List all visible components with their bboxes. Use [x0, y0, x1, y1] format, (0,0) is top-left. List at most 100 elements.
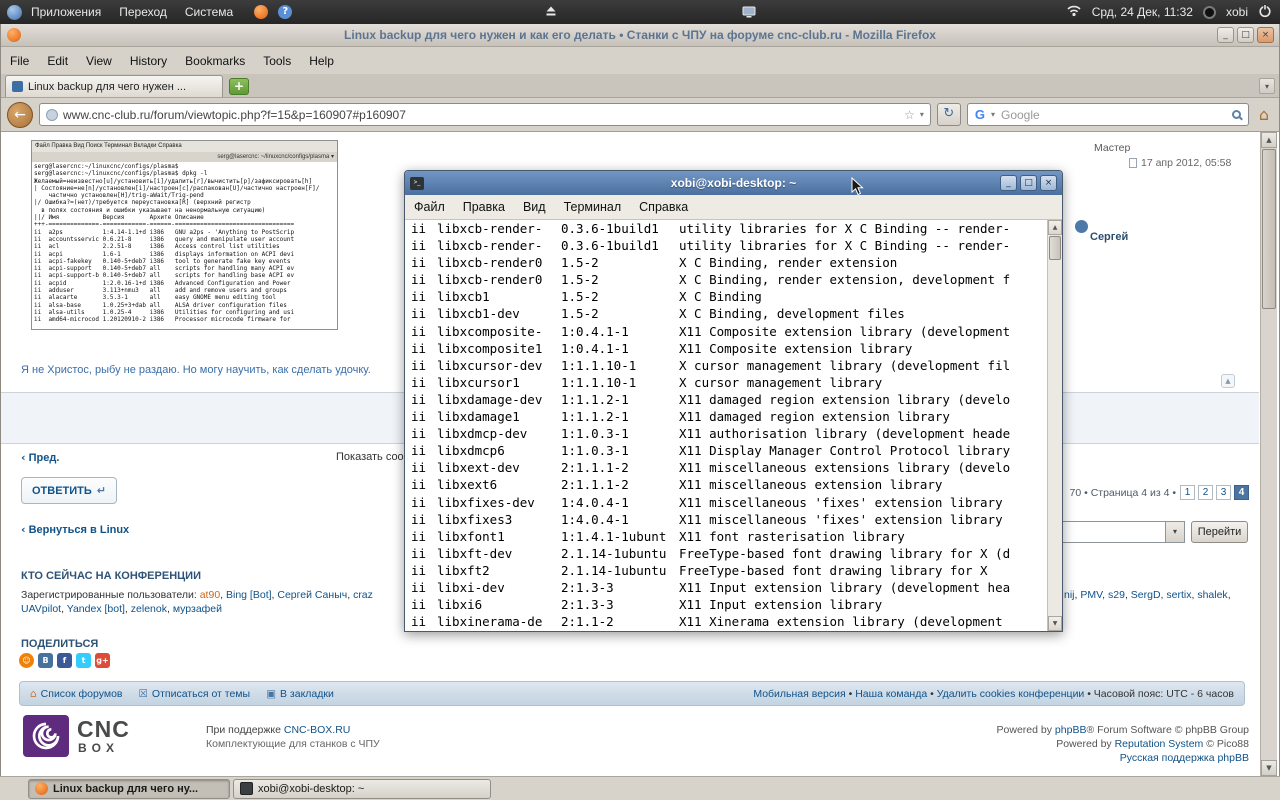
post-attached-screenshot[interactable]: Файл Правка Вид Поиск Терминал Вкладки С… — [31, 140, 338, 330]
new-tab-button[interactable]: + — [229, 78, 249, 95]
reload-button[interactable]: ↻ — [936, 103, 961, 126]
terminal-menu-item[interactable]: Справка — [630, 200, 697, 214]
link[interactable]: craz — [353, 589, 373, 601]
link[interactable]: sertix — [1166, 589, 1191, 601]
firefox-menu-item[interactable]: Help — [300, 54, 343, 68]
footer-link[interactable]: ⌂ Список форумов — [30, 688, 123, 700]
google-logo-icon[interactable]: G — [975, 107, 985, 122]
firefox-menu-item[interactable]: Edit — [38, 54, 77, 68]
url-dropdown-icon[interactable]: ▾ — [920, 110, 924, 119]
link[interactable]: Удалить cookies конференции — [937, 688, 1085, 700]
link[interactable]: CNC-BOX.RU — [284, 724, 351, 736]
terminal-menu-item[interactable]: Правка — [454, 200, 514, 214]
home-button[interactable]: ⌂ — [1255, 105, 1273, 124]
link[interactable]: Наша команда — [855, 688, 927, 700]
page-scrollbar[interactable]: ▲ ▼ — [1260, 132, 1277, 776]
firefox-menu-item[interactable]: File — [1, 54, 38, 68]
author-name[interactable]: Сергей — [1090, 231, 1128, 243]
firefox-titlebar[interactable]: Linux backup для чего нужен и как его де… — [1, 24, 1279, 47]
link[interactable]: shalek — [1197, 589, 1227, 601]
power-icon[interactable] — [1258, 4, 1272, 21]
share-icon[interactable]: ☺ — [19, 653, 34, 668]
terminal-titlebar[interactable]: >_ xobi@xobi-desktop: ~ _ □ × — [405, 171, 1062, 195]
firefox-menu-item[interactable]: View — [77, 54, 121, 68]
window-control-button[interactable]: _ — [1217, 27, 1234, 43]
cnc-box-logo[interactable] — [23, 715, 69, 757]
panel-menu-item[interactable]: Система — [176, 0, 242, 24]
link[interactable]: SergD — [1131, 589, 1161, 601]
window-control-button[interactable]: × — [1040, 175, 1057, 191]
select-dropdown-icon[interactable]: ▾ — [1165, 522, 1184, 542]
previous-page-link[interactable]: ‹ Пред. — [21, 451, 59, 464]
reply-button[interactable]: ОТВЕТИТЬ ↵ — [21, 477, 117, 504]
taskbar-button-firefox[interactable]: Linux backup для чего ну... — [28, 778, 230, 799]
link[interactable]: мурзафей — [173, 603, 222, 615]
window-control-button[interactable]: × — [1257, 27, 1274, 43]
link[interactable]: Bing [Bot] — [226, 589, 272, 601]
scrollbar-thumb[interactable] — [1262, 149, 1276, 309]
eject-tray-icon[interactable] — [545, 5, 557, 20]
link[interactable]: UAVpilot — [21, 603, 61, 615]
display-tray-icon[interactable] — [742, 6, 756, 21]
url-text[interactable]: www.cnc-club.ru/forum/viewtopic.php?f=15… — [63, 108, 899, 122]
tab-list-dropdown-icon[interactable]: ▾ — [1259, 78, 1275, 94]
search-engine-dropdown-icon[interactable]: ▾ — [991, 110, 995, 119]
scroll-down-icon[interactable]: ▼ — [1048, 616, 1062, 631]
window-control-button[interactable]: □ — [1237, 27, 1254, 43]
page-number-button[interactable]: 3 — [1216, 485, 1231, 500]
return-to-forum-link[interactable]: ‹ Вернуться в Linux — [21, 523, 129, 536]
scrollbar-thumb[interactable] — [1049, 236, 1061, 260]
search-bar[interactable]: G ▾ Google — [966, 103, 1249, 126]
terminal-menu-item[interactable]: Терминал — [555, 200, 631, 214]
back-to-top-icon[interactable]: ▲ — [1221, 374, 1235, 388]
share-icon[interactable]: f — [57, 653, 72, 668]
link[interactable]: zelenok — [131, 603, 167, 615]
firefox-launcher-icon[interactable] — [254, 5, 269, 19]
user-menu[interactable]: xobi — [1226, 5, 1248, 19]
link[interactable]: phpBB — [1055, 724, 1087, 736]
page-number-button[interactable]: 4 — [1234, 485, 1249, 500]
search-text[interactable]: Google — [1001, 108, 1040, 122]
page-number-button[interactable]: 2 — [1198, 485, 1213, 500]
share-icon[interactable]: В — [38, 653, 53, 668]
share-icon[interactable]: g+ — [95, 653, 110, 668]
profile-icon[interactable] — [1075, 220, 1088, 233]
scroll-down-icon[interactable]: ▼ — [1261, 760, 1277, 776]
bookmark-star-icon[interactable]: ☆ — [904, 108, 915, 122]
share-icon[interactable]: t — [76, 653, 91, 668]
search-icon[interactable] — [1231, 110, 1241, 119]
link[interactable]: Мобильная версия — [753, 688, 845, 700]
back-button[interactable]: ← — [7, 101, 33, 128]
link[interactable]: at90 — [200, 589, 220, 601]
panel-menu-item[interactable]: Переход — [110, 0, 176, 24]
scroll-up-icon[interactable]: ▲ — [1048, 220, 1062, 235]
terminal-menu-item[interactable]: Вид — [514, 200, 555, 214]
footer-link[interactable]: ☒ Отписаться от темы — [139, 688, 251, 700]
terminal-output[interactable]: ii libxcb-render- 0.3.6-1build1 utility … — [405, 220, 1062, 631]
firefox-menu-item[interactable]: History — [121, 54, 176, 68]
window-control-button[interactable]: _ — [1000, 175, 1017, 191]
link[interactable]: Reputation System — [1115, 738, 1204, 750]
help-launcher-icon[interactable]: ? — [278, 5, 293, 19]
link[interactable]: PMV — [1080, 589, 1102, 601]
terminal-scrollbar[interactable]: ▲ ▼ — [1047, 220, 1062, 631]
firefox-menu-item[interactable]: Bookmarks — [176, 54, 254, 68]
firefox-menu-item[interactable]: Tools — [254, 54, 300, 68]
link[interactable]: nij — [1064, 589, 1075, 601]
link[interactable]: Русская поддержка phpBB — [1120, 752, 1249, 764]
link[interactable]: Yandex [bot] — [67, 603, 125, 615]
taskbar-button-terminal[interactable]: xobi@xobi-desktop: ~ — [233, 778, 491, 799]
distro-logo-icon[interactable] — [7, 4, 22, 20]
terminal-menu-item[interactable]: Файл — [405, 200, 454, 214]
panel-clock[interactable]: Срд, 24 Дек, 11:32 — [1092, 5, 1193, 19]
footer-link[interactable]: ▣ В закладки — [266, 688, 334, 700]
url-bar[interactable]: www.cnc-club.ru/forum/viewtopic.php?f=15… — [39, 103, 931, 126]
link[interactable]: Сергей Саныч — [277, 589, 347, 601]
browser-tab[interactable]: Linux backup для чего нужен ... — [5, 75, 223, 97]
goto-button[interactable]: Перейти — [1191, 521, 1248, 543]
scroll-up-icon[interactable]: ▲ — [1261, 132, 1277, 148]
wifi-icon[interactable] — [1066, 4, 1082, 20]
page-number-button[interactable]: 1 — [1180, 485, 1195, 500]
panel-menu-item[interactable]: Приложения — [22, 0, 110, 24]
window-control-button[interactable]: □ — [1020, 175, 1037, 191]
